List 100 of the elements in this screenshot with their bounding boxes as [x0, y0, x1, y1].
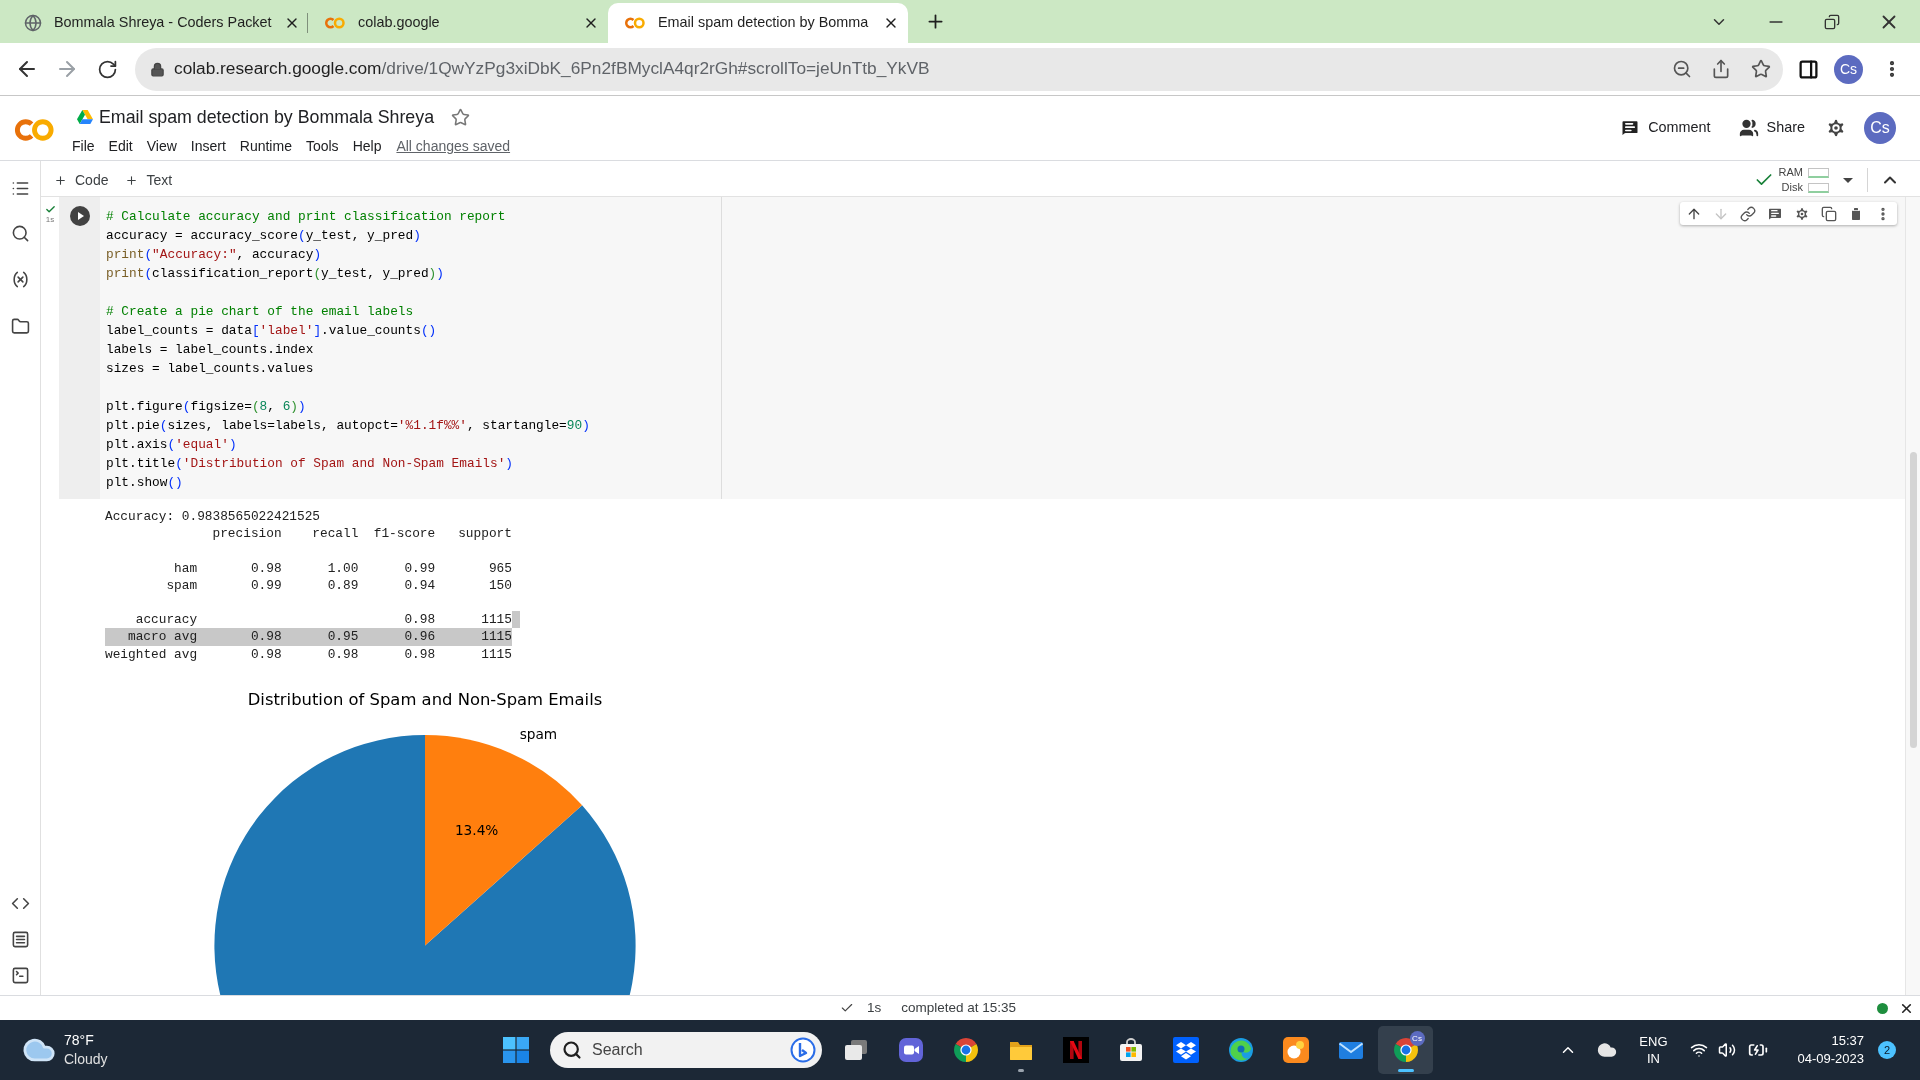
- browser-tab[interactable]: Email spam detection by Bomma: [608, 3, 908, 43]
- table-cell: 1.00: [327, 560, 359, 576]
- row-label: spam: [166, 577, 198, 593]
- zoom-out-icon[interactable]: [1672, 59, 1692, 79]
- plus-icon: [54, 173, 67, 187]
- status-dot-icon: [1877, 1002, 1888, 1014]
- run-time-text: 1s: [867, 998, 882, 1017]
- row-label: weighted avg: [105, 646, 198, 662]
- start-menu-icon[interactable]: [503, 1037, 529, 1063]
- braces-icon[interactable]: [10, 270, 30, 289]
- speaker-icon[interactable]: [1717, 1041, 1736, 1059]
- table-cell: 1115: [481, 612, 512, 628]
- search-field[interactable]: Search: [550, 1032, 822, 1068]
- app-tile-icon[interactable]: [1282, 1037, 1309, 1063]
- status-message: completed at 15:35: [901, 998, 1017, 1017]
- column-header: precision: [212, 526, 282, 542]
- profile-avatar[interactable]: Cs: [1834, 54, 1863, 84]
- logo-icon: [13, 117, 56, 143]
- notification-badge[interactable]: 2: [1878, 1041, 1896, 1059]
- search-icon[interactable]: [10, 224, 30, 243]
- star-icon[interactable]: [1751, 59, 1771, 79]
- share-button[interactable]: Share: [1736, 110, 1807, 146]
- menu-item[interactable]: Tools: [305, 137, 339, 155]
- output-text: Accuracy: 0.9838565022421525: [105, 508, 321, 526]
- add-cell-button[interactable]: Code: [52, 166, 111, 194]
- menu-item[interactable]: Help: [352, 137, 382, 155]
- menu-item[interactable]: Edit: [108, 137, 133, 155]
- terminal-icon[interactable]: [10, 966, 30, 985]
- lines-box-icon[interactable]: [10, 930, 30, 949]
- code-line: label_counts = data['label'].value_counts(): [106, 322, 437, 340]
- notebook-title[interactable]: Email spam detection by Bommala Shreya: [99, 106, 435, 128]
- star-icon[interactable]: [451, 107, 471, 127]
- code-line: plt.figure(figsize=(8, 6)): [106, 398, 306, 416]
- code-line: plt.show(): [106, 474, 183, 492]
- table-cell: 0.98: [250, 629, 282, 645]
- wifi-icon[interactable]: [1689, 1041, 1708, 1059]
- swirl-icon[interactable]: [1227, 1037, 1254, 1063]
- share-icon[interactable]: [1711, 59, 1731, 79]
- shopping-bag-icon[interactable]: [1117, 1037, 1144, 1063]
- code-line: print("Accuracy:", accuracy): [106, 246, 322, 264]
- code-line: plt.title('Distribution of Spam and Non-Spam Emails'): [106, 455, 514, 473]
- caret-down-icon[interactable]: [1843, 177, 1853, 183]
- browser-tab[interactable]: Bommala Shreya - Coders Packet: [8, 3, 308, 43]
- add-cell-button[interactable]: Text: [123, 166, 175, 194]
- search-icon: [562, 1040, 582, 1060]
- cloud-icon[interactable]: [1597, 1040, 1618, 1060]
- url-text[interactable]: colab.research.google.com/drive/1QwYzPg3xiDbK_6Pn2fBMyclA4qr2rGh#scrollTo=jeUnTtb_YkVB: [174, 56, 930, 82]
- reload-icon[interactable]: [97, 58, 118, 80]
- table-cell: 0.89: [327, 577, 359, 593]
- address-bar[interactable]: colab.research.google.com/drive/1QwYzPg3xiDbK_6Pn2fBMyclA4qr2rGh#scrollTo=jeUnTtb_YkVB: [135, 47, 1783, 91]
- menu-item[interactable]: Runtime: [239, 137, 292, 155]
- folder-icon[interactable]: [10, 317, 30, 336]
- clock[interactable]: 15:37 04-09-2023: [1797, 1032, 1864, 1068]
- play-icon[interactable]: [69, 206, 90, 226]
- browser-tab[interactable]: colab.google: [308, 3, 608, 43]
- speech-bubble-icon: [1620, 118, 1641, 138]
- chart-title: Distribution of Spam and Non-Spam Emails: [247, 689, 603, 709]
- settings-icon[interactable]: [1794, 205, 1810, 222]
- column-header: recall: [312, 526, 359, 542]
- scroll-thumb[interactable]: [1909, 452, 1917, 748]
- code-line: sizes = label_counts.values: [106, 360, 314, 378]
- logo-icon: [324, 16, 346, 30]
- settings-icon[interactable]: [1825, 117, 1847, 139]
- code-line: # Calculate accuracy and print classification report: [106, 208, 506, 226]
- save-status-link[interactable]: All changes saved: [396, 137, 511, 155]
- code-line: plt.pie(sizes, labels=labels, autopct='%1.1f%%', startangle=90): [106, 417, 590, 435]
- language-indicator[interactable]: ENG IN: [1635, 1033, 1672, 1067]
- column-header: support: [458, 526, 512, 542]
- speech-bubble-icon[interactable]: [1767, 205, 1783, 222]
- resource-label: RAM: [1778, 165, 1803, 180]
- table-cell: 0.98: [404, 612, 436, 628]
- browser-icon[interactable]: [952, 1037, 979, 1063]
- row-label: macro avg: [128, 629, 198, 645]
- code-line: plt.axis('equal'): [106, 436, 237, 454]
- copy-icon[interactable]: [1821, 205, 1837, 222]
- resource-meter: [1808, 167, 1829, 178]
- menu-item[interactable]: File: [72, 137, 95, 155]
- code-line: labels = label_counts.index: [106, 341, 314, 359]
- comment-button[interactable]: Comment: [1618, 110, 1713, 146]
- table-cell: 150: [488, 577, 512, 593]
- swirl-badge-icon: [790, 1037, 816, 1063]
- user-avatar[interactable]: Cs: [1864, 112, 1896, 144]
- link-icon[interactable]: [1740, 205, 1756, 222]
- side-panel-icon[interactable]: [1798, 58, 1819, 80]
- globe-icon: [24, 14, 42, 32]
- running-indicator: [1397, 1069, 1414, 1072]
- list-icon[interactable]: [10, 179, 30, 198]
- menu-item[interactable]: View: [146, 137, 177, 155]
- video-camera-icon[interactable]: [897, 1037, 924, 1063]
- slice-label: spam: [519, 725, 558, 742]
- taskbar-button[interactable]: Cs: [1378, 1026, 1433, 1074]
- menu-item[interactable]: Insert: [190, 137, 226, 155]
- table-cell: 0.98: [250, 646, 282, 662]
- row-label: ham: [174, 560, 198, 576]
- ribbon-tile-icon[interactable]: [1062, 1037, 1089, 1063]
- diamond-tile-icon[interactable]: [1172, 1037, 1199, 1063]
- overlapping-squares-icon[interactable]: [842, 1037, 869, 1063]
- code-line: print(classification_report(y_test, y_pred)): [106, 265, 444, 283]
- table-cell: 0.95: [327, 629, 359, 645]
- restore-icon[interactable]: [1824, 13, 1840, 30]
